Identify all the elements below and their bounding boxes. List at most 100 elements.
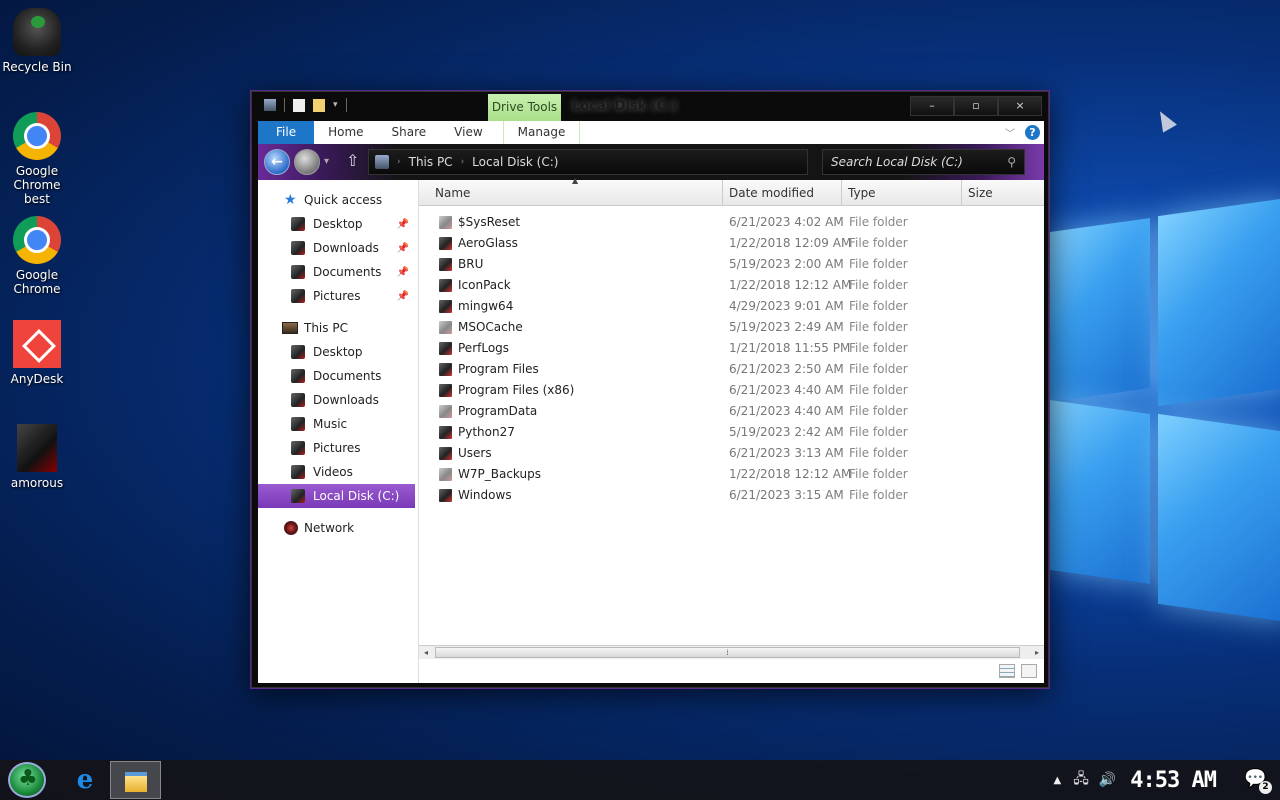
network-tray-icon[interactable]: 🖧 <box>1073 768 1089 792</box>
sidebar-item-downloads[interactable]: Downloads <box>258 388 415 412</box>
desktop-icon-recycle-bin[interactable]: Recycle Bin <box>0 8 74 74</box>
table-row[interactable]: W7P_Backups 1/22/2018 12:12 AM File folder <box>419 464 1044 485</box>
table-row[interactable]: ProgramData 6/21/2023 4:40 AM File folder <box>419 401 1044 422</box>
search-input[interactable]: Search Local Disk (C:) ⚲ <box>822 149 1025 175</box>
show-hidden-icons-icon[interactable]: ▲ <box>1054 775 1062 786</box>
tab-manage[interactable]: Manage <box>502 121 581 144</box>
tab-file[interactable]: File <box>258 121 315 144</box>
close-button[interactable]: × <box>998 96 1042 116</box>
back-button[interactable]: ← <box>264 149 290 175</box>
sidebar-item-quick-documents[interactable]: Documents 📌 <box>258 260 415 284</box>
folder-icon <box>439 488 452 502</box>
sidebar-item-videos[interactable]: Videos <box>258 460 415 484</box>
pc-icon[interactable] <box>264 99 276 111</box>
sidebar-item-quick-downloads[interactable]: Downloads 📌 <box>258 236 415 260</box>
table-row[interactable]: AeroGlass 1/22/2018 12:09 AM File folder <box>419 233 1044 254</box>
desktop-folder-icon <box>291 345 305 359</box>
chevron-down-icon[interactable]: ▾ <box>333 100 338 110</box>
desktop-icon-chrome[interactable]: Google Chrome <box>0 216 74 296</box>
scrollbar-thumb[interactable]: ⁞ <box>435 647 1020 658</box>
amorous-icon <box>17 424 57 472</box>
table-row[interactable]: MSOCache 5/19/2023 2:49 AM File folder <box>419 317 1044 338</box>
column-header-name[interactable]: Name <box>429 180 723 206</box>
pin-icon[interactable]: 📌 <box>397 291 409 302</box>
tab-home[interactable]: Home <box>314 121 377 144</box>
properties-icon[interactable] <box>293 98 305 112</box>
table-row[interactable]: Program Files 6/21/2023 2:50 AM File folde… <box>419 359 1044 380</box>
file-name-cell: mingw64 <box>439 299 513 313</box>
sidebar-item-local-disk[interactable]: Local Disk (C:) <box>258 484 415 508</box>
minimize-button[interactable]: – <box>910 96 954 116</box>
file-list: $SysReset 6/21/2023 4:02 AM File folder Aer… <box>419 212 1044 506</box>
downloads-folder-icon <box>291 241 305 255</box>
large-icons-view-icon[interactable] <box>1021 664 1037 678</box>
tab-share[interactable]: Share <box>378 121 441 144</box>
file-explorer-taskbar-icon[interactable] <box>110 761 161 799</box>
column-header-date[interactable]: Date modified <box>723 180 842 206</box>
chrome-icon <box>13 216 61 264</box>
up-arrow-icon[interactable]: ⇧ <box>346 151 359 170</box>
chevron-right-icon[interactable]: › <box>461 157 465 167</box>
drive-tools-context-tab[interactable]: Drive Tools <box>488 94 561 122</box>
clock[interactable]: 4:53 AM <box>1130 768 1217 793</box>
title-bar[interactable]: ▾ Drive Tools Local Disk (C:) – ▫ × <box>252 92 1048 122</box>
edge-taskbar-icon[interactable]: e <box>72 766 98 794</box>
file-name-cell: Users <box>439 446 492 460</box>
column-header-type[interactable]: Type <box>842 180 962 206</box>
sidebar-item-quick-pictures[interactable]: Pictures 📌 <box>258 284 415 308</box>
sidebar-item-this-pc[interactable]: This PC <box>258 316 415 340</box>
start-button[interactable] <box>8 762 46 798</box>
date-modified-cell: 6/21/2023 3:15 AM <box>729 488 844 502</box>
desktop-icon-anydesk[interactable]: AnyDesk <box>0 320 74 386</box>
table-row[interactable]: PerfLogs 1/21/2018 11:55 PM File folder <box>419 338 1044 359</box>
search-icon[interactable]: ⚲ <box>1007 150 1016 174</box>
address-bar[interactable]: › This PC › Local Disk (C:) <box>368 149 808 175</box>
date-modified-cell: 6/21/2023 2:50 AM <box>729 362 844 376</box>
pin-icon[interactable]: 📌 <box>397 219 409 230</box>
breadcrumb-this-pc[interactable]: This PC <box>409 155 453 169</box>
sidebar-item-music[interactable]: Music <box>258 412 415 436</box>
maximize-button[interactable]: ▫ <box>954 96 998 116</box>
table-row[interactable]: mingw64 4/29/2023 9:01 AM File folder <box>419 296 1044 317</box>
notification-icon[interactable]: 💬 2 <box>1244 768 1272 794</box>
folder-icon <box>439 320 452 334</box>
recent-locations-icon[interactable]: ▾ <box>324 156 329 167</box>
scroll-right-icon[interactable]: ▸ <box>1030 646 1044 659</box>
table-row[interactable]: Python27 5/19/2023 2:42 AM File folder <box>419 422 1044 443</box>
forward-button[interactable] <box>294 149 320 175</box>
folder-icon <box>439 383 452 397</box>
table-row[interactable]: Windows 6/21/2023 3:15 AM File folder <box>419 485 1044 506</box>
details-view-icon[interactable] <box>999 664 1015 678</box>
sidebar-item-documents[interactable]: Documents <box>258 364 415 388</box>
sidebar-item-network[interactable]: Network <box>258 516 415 540</box>
sidebar-item-quick-desktop[interactable]: Desktop 📌 <box>258 212 415 236</box>
scroll-left-icon[interactable]: ◂ <box>419 646 433 659</box>
recycle-bin-icon <box>13 8 61 56</box>
table-row[interactable]: Program Files (x86) 6/21/2023 4:40 AM File… <box>419 380 1044 401</box>
volume-icon[interactable]: 🔊 <box>1099 772 1116 788</box>
pin-icon[interactable]: 📌 <box>397 267 409 278</box>
folder-icon <box>439 362 452 376</box>
breadcrumb-local-disk[interactable]: Local Disk (C:) <box>472 155 558 169</box>
expand-ribbon-icon[interactable]: ﹀ <box>1005 125 1015 140</box>
table-row[interactable]: IconPack 1/22/2018 12:12 AM File folder <box>419 275 1044 296</box>
help-icon[interactable]: ? <box>1025 125 1040 140</box>
desktop-icon-chrome-best[interactable]: Google Chrome best <box>0 112 74 206</box>
type-cell: File folder <box>849 362 908 376</box>
documents-folder-icon <box>291 265 305 279</box>
table-row[interactable]: $SysReset 6/21/2023 4:02 AM File folder <box>419 212 1044 233</box>
desktop-icon-amorous[interactable]: amorous <box>0 424 74 490</box>
chevron-right-icon[interactable]: › <box>397 157 401 167</box>
sidebar-item-desktop[interactable]: Desktop <box>258 340 415 364</box>
sidebar-item-quick-access[interactable]: ★ Quick access <box>258 188 415 212</box>
table-row[interactable]: Users 6/21/2023 3:13 AM File folder <box>419 443 1044 464</box>
pin-icon[interactable]: 📌 <box>397 243 409 254</box>
horizontal-scrollbar[interactable]: ◂ ⁞ ▸ <box>419 645 1044 659</box>
table-row[interactable]: BRU 5/19/2023 2:00 AM File folder <box>419 254 1044 275</box>
folder-icon <box>439 299 452 313</box>
tab-view[interactable]: View <box>440 121 496 144</box>
new-folder-icon[interactable] <box>313 98 325 112</box>
file-list-pane: ▲ Name Date modified Type Size $SysReset… <box>418 176 1044 683</box>
sidebar-item-pictures[interactable]: Pictures <box>258 436 415 460</box>
column-header-size[interactable]: Size <box>962 180 1044 206</box>
